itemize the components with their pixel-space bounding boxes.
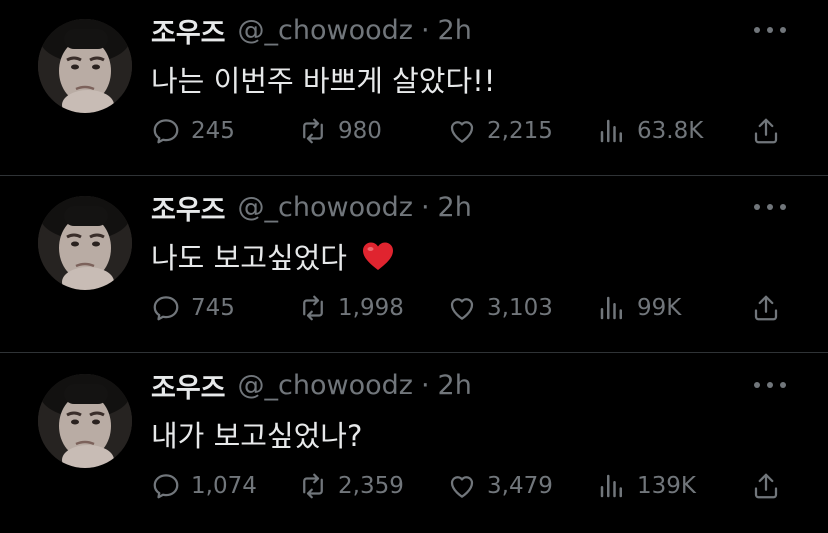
timestamp[interactable]: 2h bbox=[438, 15, 472, 46]
views-count: 99K bbox=[637, 295, 682, 321]
separator-dot: · bbox=[420, 191, 430, 223]
avatar[interactable] bbox=[38, 19, 132, 113]
user-handle[interactable]: @_chowoodz bbox=[238, 370, 413, 401]
tweet[interactable]: 조우즈 @_chowoodz · 2h 나도 보고싶었다 745 1,998 3… bbox=[0, 177, 828, 354]
avatar-photo bbox=[38, 196, 132, 290]
tweet-text: 나는 이번주 바쁘게 살았다!! bbox=[151, 58, 495, 100]
more-dot bbox=[780, 382, 786, 388]
avatar[interactable] bbox=[38, 374, 132, 468]
timestamp[interactable]: 2h bbox=[438, 192, 472, 223]
separator-dot: · bbox=[420, 14, 430, 46]
retweet-icon bbox=[303, 473, 323, 499]
action-bar: 745 1,998 3,103 99K bbox=[151, 288, 791, 328]
retweet-button[interactable]: 1,998 bbox=[298, 288, 404, 328]
more-dot bbox=[780, 27, 786, 33]
tweet-feed: 조우즈 @_chowoodz · 2h 나는 이번주 바쁘게 살았다!! 245… bbox=[0, 0, 828, 533]
views-button[interactable]: 139K bbox=[597, 466, 696, 506]
tweet-header: 조우즈 @_chowoodz · 2h bbox=[151, 10, 472, 50]
views-icon bbox=[600, 296, 622, 320]
user-handle[interactable]: @_chowoodz bbox=[238, 192, 413, 223]
more-dot bbox=[754, 382, 760, 388]
like-button[interactable]: 2,215 bbox=[447, 111, 553, 151]
more-dot bbox=[767, 204, 773, 210]
reply-button[interactable]: 245 bbox=[151, 111, 235, 151]
avatar-photo bbox=[38, 374, 132, 468]
red-heart-emoji bbox=[361, 240, 395, 272]
retweet-button[interactable]: 980 bbox=[298, 111, 382, 151]
avatar-photo bbox=[38, 19, 132, 113]
more-dot bbox=[754, 204, 760, 210]
retweet-icon bbox=[303, 295, 323, 321]
share-button[interactable] bbox=[751, 111, 781, 151]
views-count: 139K bbox=[637, 473, 696, 499]
tweet-divider bbox=[0, 352, 828, 353]
tweet-text-content: 내가 보고싶었나? bbox=[151, 419, 363, 453]
retweet-count: 1,998 bbox=[338, 295, 404, 321]
tweet-text: 나도 보고싶었다 bbox=[151, 235, 395, 277]
more-dot bbox=[767, 382, 773, 388]
retweet-icon bbox=[303, 118, 323, 144]
tweet-text-content: 나는 이번주 바쁘게 살았다!! bbox=[151, 64, 496, 98]
more-icon[interactable] bbox=[754, 18, 786, 42]
views-button[interactable]: 99K bbox=[597, 288, 681, 328]
tweet[interactable]: 조우즈 @_chowoodz · 2h 나는 이번주 바쁘게 살았다!! 245… bbox=[0, 0, 828, 177]
reply-count: 745 bbox=[191, 295, 235, 321]
reply-icon bbox=[153, 474, 179, 499]
like-icon bbox=[450, 298, 474, 320]
reply-icon bbox=[153, 296, 179, 321]
views-icon bbox=[600, 119, 622, 143]
views-count: 63.8K bbox=[637, 118, 704, 144]
share-icon bbox=[754, 295, 778, 321]
tweet-header: 조우즈 @_chowoodz · 2h bbox=[151, 187, 472, 227]
share-button[interactable] bbox=[751, 288, 781, 328]
tweet-header: 조우즈 @_chowoodz · 2h bbox=[151, 365, 472, 405]
more-dot bbox=[767, 27, 773, 33]
more-icon[interactable] bbox=[754, 195, 786, 219]
tweet-divider bbox=[0, 175, 828, 176]
more-icon[interactable] bbox=[754, 373, 786, 397]
views-button[interactable]: 63.8K bbox=[597, 111, 703, 151]
display-name[interactable]: 조우즈 bbox=[151, 11, 226, 50]
avatar[interactable] bbox=[38, 196, 132, 290]
action-bar: 245 980 2,215 63.8K bbox=[151, 111, 791, 151]
retweet-count: 980 bbox=[338, 118, 382, 144]
user-handle[interactable]: @_chowoodz bbox=[238, 15, 413, 46]
timestamp[interactable]: 2h bbox=[438, 370, 472, 401]
like-count: 3,103 bbox=[487, 295, 553, 321]
share-icon bbox=[754, 118, 778, 144]
like-icon bbox=[450, 476, 474, 498]
action-bar: 1,074 2,359 3,479 139K bbox=[151, 466, 791, 506]
share-button[interactable] bbox=[751, 466, 781, 506]
like-button[interactable]: 3,103 bbox=[447, 288, 553, 328]
like-button[interactable]: 3,479 bbox=[447, 466, 553, 506]
reply-count: 1,074 bbox=[191, 473, 257, 499]
display-name[interactable]: 조우즈 bbox=[151, 366, 226, 405]
views-icon bbox=[600, 474, 622, 498]
separator-dot: · bbox=[420, 369, 430, 401]
tweet-text-content: 나도 보고싶었다 bbox=[151, 241, 347, 275]
reply-button[interactable]: 1,074 bbox=[151, 466, 257, 506]
more-dot bbox=[780, 204, 786, 210]
reply-icon bbox=[153, 119, 179, 144]
reply-button[interactable]: 745 bbox=[151, 288, 235, 328]
like-count: 3,479 bbox=[487, 473, 553, 499]
reply-count: 245 bbox=[191, 118, 235, 144]
display-name[interactable]: 조우즈 bbox=[151, 188, 226, 227]
share-icon bbox=[754, 473, 778, 499]
retweet-count: 2,359 bbox=[338, 473, 404, 499]
retweet-button[interactable]: 2,359 bbox=[298, 466, 404, 506]
tweet-text: 내가 보고싶었나? bbox=[151, 413, 362, 455]
like-count: 2,215 bbox=[487, 118, 553, 144]
tweet[interactable]: 조우즈 @_chowoodz · 2h 내가 보고싶었나? 1,074 2,35… bbox=[0, 355, 828, 532]
more-dot bbox=[754, 27, 760, 33]
like-icon bbox=[450, 121, 474, 143]
